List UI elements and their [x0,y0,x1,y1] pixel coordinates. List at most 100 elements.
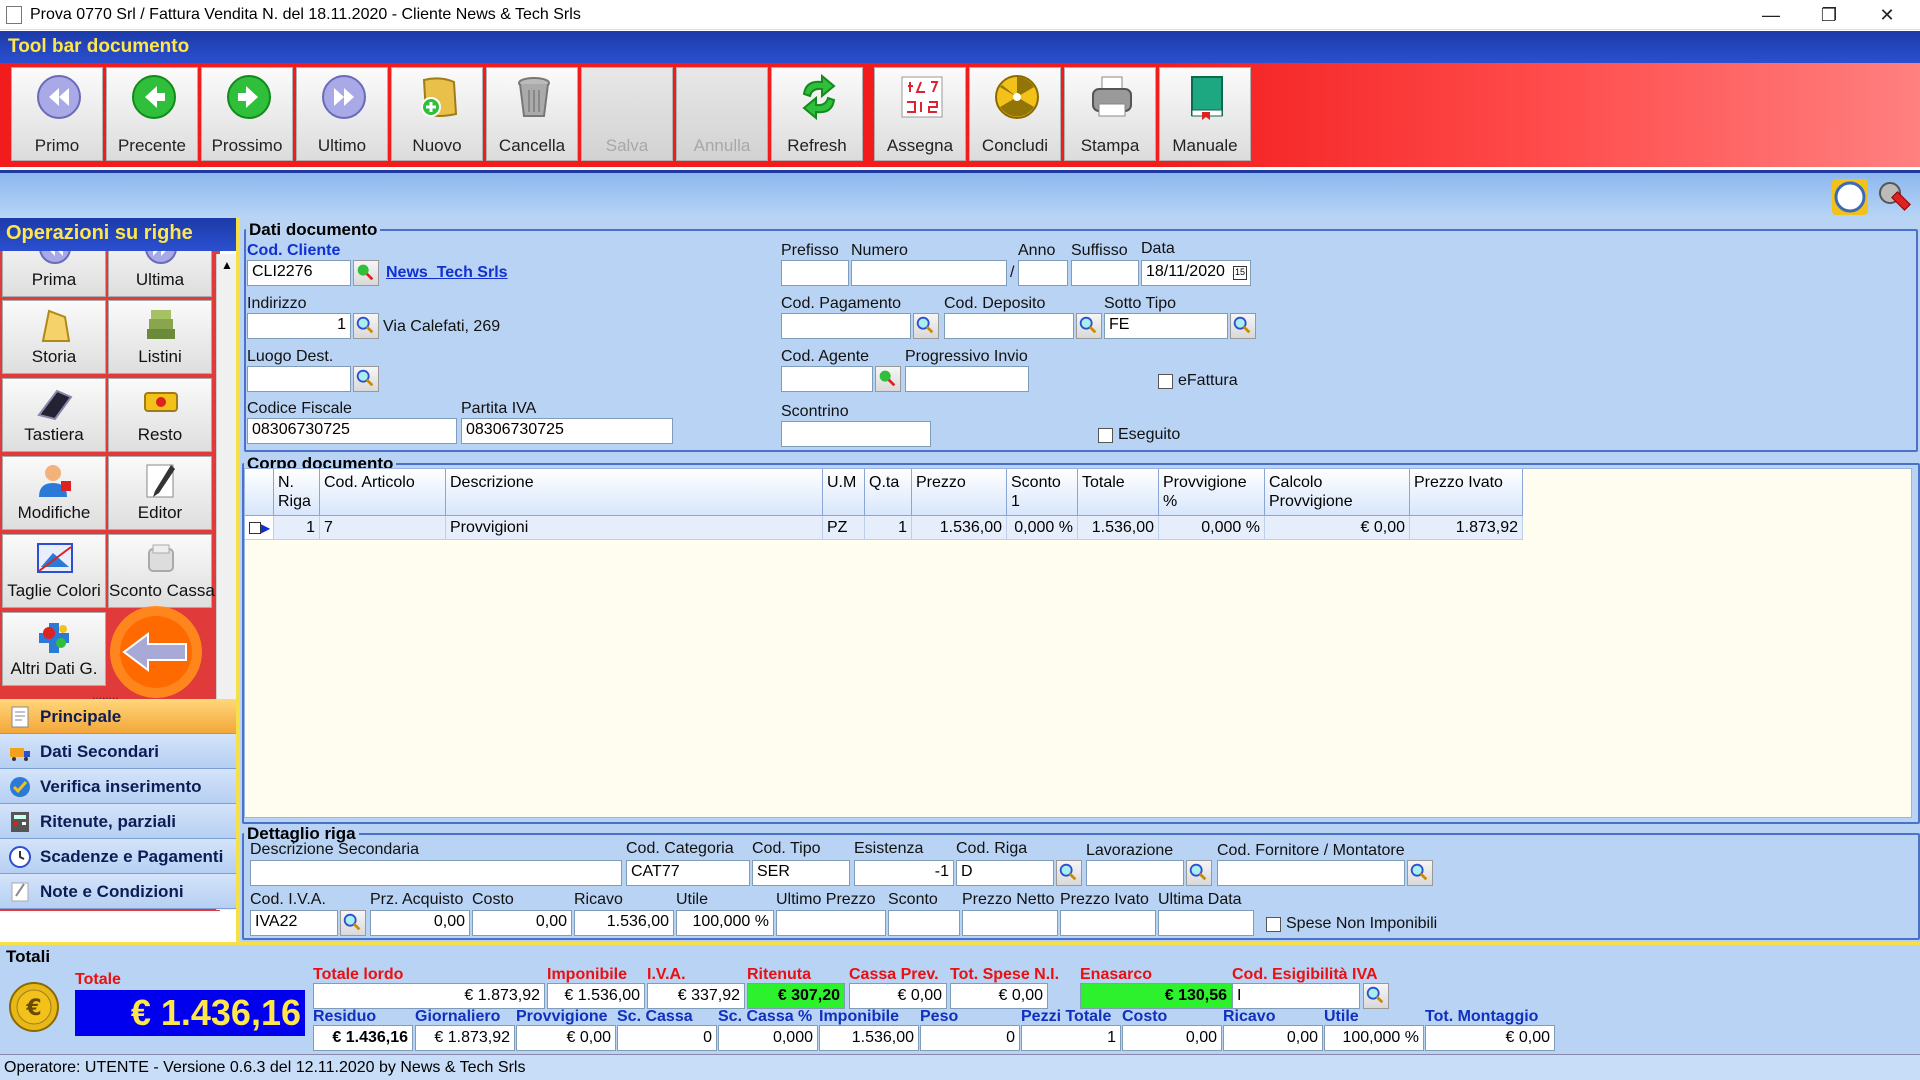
col-cod-articolo[interactable]: Cod. Articolo [320,469,446,516]
esigibilita-lookup-button[interactable] [1363,983,1389,1009]
cell-sconto-1[interactable]: 0,000 % [1007,516,1078,540]
desc-secondaria-input[interactable] [250,860,622,886]
delete-button[interactable]: Cancella [486,67,578,161]
cod-pagamento-lookup-button[interactable] [913,313,939,339]
op-editor-button[interactable]: Editor [108,456,212,530]
totals-row2-value[interactable]: 0 [920,1025,1020,1051]
row-selector[interactable]: ▶ [245,516,274,540]
totals-row1-value[interactable]: € 130,56 [1080,983,1232,1009]
progressivo-invio-input[interactable] [905,366,1029,392]
minimize-button[interactable]: — [1742,0,1800,30]
ricavo-input[interactable]: 1.536,00 [574,910,674,936]
totals-row1-value[interactable]: € 0,00 [849,983,947,1009]
back-arrow-button[interactable] [102,606,220,698]
op-cash-discount-button[interactable]: Sconto Cassa [108,534,215,608]
cod-pagamento-input[interactable] [781,313,911,339]
cod-agente-lookup-button[interactable] [875,366,901,392]
last-button[interactable]: Ultimo [296,67,388,161]
row-checkbox[interactable] [249,521,261,534]
cliente-link[interactable]: News_Tech Srls [386,264,508,282]
ultima-data-input[interactable] [1158,910,1254,936]
cod-deposito-input[interactable] [944,313,1074,339]
prz-acquisto-input[interactable]: 0,00 [370,910,470,936]
piva-input[interactable]: 08306730725 [461,418,673,444]
prefisso-input[interactable] [781,260,849,286]
col-qta[interactable]: Q.ta [865,469,912,516]
first-button[interactable]: Primo [11,67,103,161]
anno-input[interactable] [1018,260,1068,286]
cell-um[interactable]: PZ [823,516,865,540]
cell-provvigione[interactable]: 0,000 % [1159,516,1265,540]
restore-button[interactable]: ❐ [1800,0,1858,30]
nav-verifica-inserimento[interactable]: Verifica inserimento [0,769,236,804]
fornitore-lookup-button[interactable] [1407,860,1433,886]
cell-prezzo[interactable]: 1.536,00 [912,516,1007,540]
col-sconto-1[interactable]: Sconto 1 [1007,469,1078,516]
totals-row2-value[interactable]: 0 [617,1025,717,1051]
spese-non-imponibili-checkbox[interactable] [1266,917,1281,932]
op-keyboard-button[interactable]: Tastiera [2,378,106,452]
iva-lookup-button[interactable] [340,910,366,936]
sotto-tipo-input[interactable]: FE [1104,313,1228,339]
totals-row2-value[interactable]: € 1.436,16 [313,1025,413,1051]
undo-button[interactable]: Annulla [676,67,768,161]
utile-input[interactable]: 100,000 % [676,910,774,936]
iva-input[interactable]: IVA22 [250,910,338,936]
new-button[interactable]: Nuovo [391,67,483,161]
op-other-data-button[interactable]: Altri Dati G. [2,612,106,686]
col-provvigione[interactable]: Provvigione % [1159,469,1265,516]
totals-row1-value[interactable]: € 1.536,00 [547,983,645,1009]
totals-row2-value[interactable]: 0,00 [1223,1025,1323,1051]
totals-row2-value[interactable]: € 0,00 [516,1025,616,1051]
manual-button[interactable]: Manuale [1159,67,1251,161]
op-last-row-button[interactable]: Ultima [108,251,212,297]
indirizzo-lookup-button[interactable] [353,313,379,339]
cell-calcolo-provvigione[interactable]: € 0,00 [1265,516,1410,540]
op-sizes-colors-button[interactable]: Taglie Colori [2,534,106,608]
sotto-tipo-lookup-button[interactable] [1230,313,1256,339]
cell-n-riga[interactable]: 1 [274,516,320,540]
previous-button[interactable]: Precente [106,67,198,161]
cell-cod-articolo[interactable]: 7 [320,516,446,540]
print-button[interactable]: Stampa [1064,67,1156,161]
numero-input[interactable] [851,260,1007,286]
efattura-checkbox[interactable] [1158,374,1173,389]
cell-totale[interactable]: 1.536,00 [1078,516,1159,540]
esistenza-input[interactable]: -1 [854,860,954,886]
lavorazione-input[interactable] [1086,860,1184,886]
totals-row1-value[interactable]: € 0,00 [950,983,1048,1009]
totals-row2-value[interactable]: 1.536,00 [819,1025,919,1051]
prezzo-netto-input[interactable] [962,910,1058,936]
nav-dati-secondari[interactable]: Dati Secondari [0,734,236,769]
indirizzo-num-input[interactable]: 1 [247,313,351,339]
col-calcolo-provvigione[interactable]: Calcolo Provvigione [1265,469,1410,516]
cod-agente-input[interactable] [781,366,873,392]
totals-row2-value[interactable]: € 1.873,92 [415,1025,515,1051]
op-change-button[interactable]: Resto [108,378,212,452]
cod-cliente-lookup-button[interactable] [353,260,379,286]
cod-cliente-input[interactable]: CLI2276 [247,260,351,286]
wrench-icon[interactable] [1874,177,1914,217]
op-pricelist-button[interactable]: Listini [108,300,212,374]
lavorazione-lookup-button[interactable] [1186,860,1212,886]
totals-row2-value[interactable]: 0,000 [718,1025,818,1051]
totals-row2-value[interactable]: 100,000 % [1324,1025,1424,1051]
nav-ritenute-parziali[interactable]: Ritenute, parziali [0,804,236,839]
cod-tipo-input[interactable]: SER [752,860,850,886]
op-changes-button[interactable]: Modifiche [2,456,106,530]
totals-row1-value[interactable]: € 1.873,92 [313,983,545,1009]
nav-note-condizioni[interactable]: Note e Condizioni [0,874,236,909]
luogo-lookup-button[interactable] [353,366,379,392]
col-totale[interactable]: Totale [1078,469,1159,516]
nav-principale[interactable]: Principale [0,699,236,734]
col-prezzo[interactable]: Prezzo [912,469,1007,516]
save-button[interactable]: Salva [581,67,673,161]
refresh-button[interactable]: Refresh [771,67,863,161]
prezzo-ivato-input[interactable] [1060,910,1156,936]
next-button[interactable]: Prossimo [201,67,293,161]
totals-row2-value[interactable]: 1 [1021,1025,1121,1051]
cod-categoria-input[interactable]: CAT77 [626,860,750,886]
op-first-row-button[interactable]: Prima [2,251,106,297]
col-n-riga[interactable]: N. Riga [274,469,320,516]
col-descrizione[interactable]: Descrizione [446,469,823,516]
